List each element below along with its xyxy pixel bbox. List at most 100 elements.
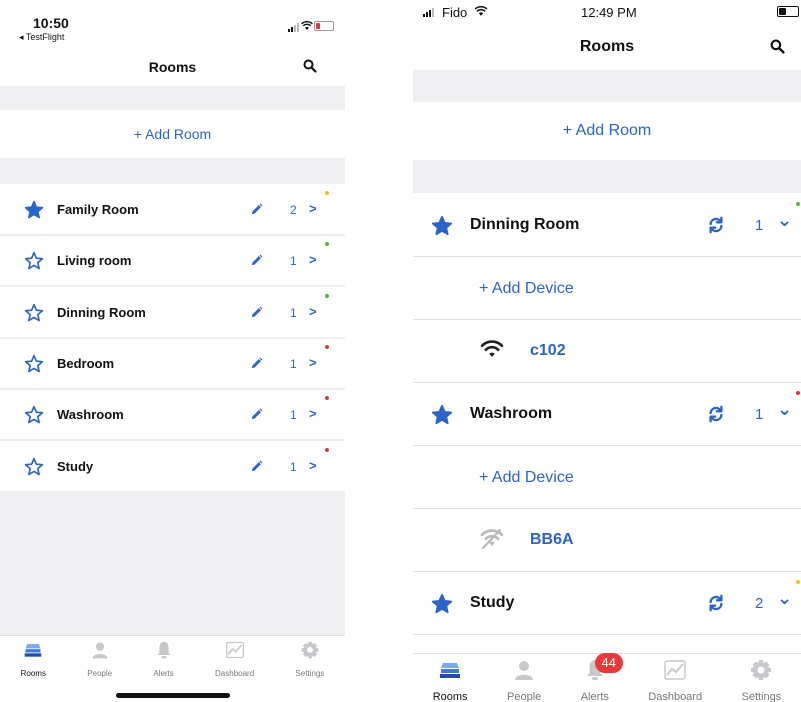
page-title: Rooms — [148, 59, 197, 75]
chevron-right-icon[interactable]: > — [309, 201, 317, 216]
tab-rooms[interactable]: Rooms — [433, 658, 468, 702]
add-device-button[interactable]: + Add Device — [479, 469, 574, 487]
room-name: Washroom — [470, 405, 553, 422]
edit-icon[interactable] — [250, 254, 263, 272]
room-name: Bedroom — [57, 355, 115, 371]
page-title: Rooms — [579, 38, 635, 55]
tab-bar: Rooms People Alerts Dashboard Settings — [0, 640, 345, 680]
device-count: 1 — [755, 406, 764, 423]
chevron-right-icon[interactable]: > — [309, 355, 317, 370]
cellular-signal-icon — [423, 8, 434, 17]
star-filled-icon[interactable] — [431, 404, 453, 431]
people-icon — [90, 640, 110, 665]
gear-icon — [749, 658, 773, 687]
chevron-down-icon[interactable]: ⌄ — [777, 588, 792, 609]
device-count: 1 — [290, 459, 297, 474]
tab-settings[interactable]: Settings — [295, 640, 324, 678]
chevron-right-icon[interactable]: > — [309, 304, 317, 319]
star-outline-icon[interactable] — [24, 303, 44, 328]
tab-label: Alerts — [580, 691, 609, 702]
section-separator — [413, 160, 801, 193]
tab-people[interactable]: People — [87, 640, 112, 678]
tab-people[interactable]: People — [507, 658, 541, 702]
add-room-button[interactable]: + Add Room — [0, 126, 345, 142]
star-outline-icon[interactable] — [24, 405, 44, 430]
device-name[interactable]: BB6A — [530, 531, 574, 549]
tab-label: Rooms — [20, 669, 46, 678]
room-name: Washroom — [57, 407, 124, 423]
search-icon[interactable] — [303, 59, 317, 73]
star-outline-icon[interactable] — [24, 251, 44, 276]
room-row[interactable]: Living room 1 > — [0, 235, 345, 288]
room-name: Study — [470, 594, 515, 611]
room-name: Dinning Room — [57, 304, 146, 320]
room-name: Family Room — [57, 202, 139, 217]
status-dot — [325, 396, 329, 401]
tab-dashboard[interactable]: Dashboard — [215, 640, 254, 678]
status-time: 10:50 — [33, 15, 69, 31]
chevron-right-icon[interactable]: > — [309, 458, 317, 473]
refresh-icon[interactable] — [707, 594, 725, 617]
edit-icon[interactable] — [250, 460, 263, 478]
tab-label: Settings — [295, 669, 325, 678]
add-device-row[interactable]: + Add Device — [413, 257, 801, 320]
add-device-button[interactable]: + Add Device — [479, 280, 574, 298]
wifi-icon — [479, 339, 505, 366]
device-count: 2 — [290, 203, 297, 217]
rooms-icon — [438, 658, 462, 687]
room-row[interactable]: Dinning Room 1 ⌄ — [413, 194, 801, 257]
battery-icon — [777, 6, 799, 17]
edit-icon[interactable] — [250, 203, 263, 221]
device-count: 1 — [290, 305, 297, 320]
tab-label: Rooms — [432, 691, 468, 702]
tab-alerts[interactable]: Alerts 44 — [580, 653, 623, 702]
edit-icon[interactable] — [250, 306, 263, 324]
star-filled-icon[interactable] — [431, 215, 453, 242]
chevron-down-icon[interactable]: ⌄ — [777, 210, 792, 231]
star-filled-icon[interactable] — [24, 200, 44, 225]
device-row[interactable]: c102 — [413, 320, 801, 383]
room-name: Dinning Room — [470, 216, 580, 233]
star-filled-icon[interactable] — [431, 593, 453, 620]
room-row[interactable]: Washroom 1 > — [0, 389, 345, 442]
room-row[interactable]: Study 2 ⌄ — [413, 572, 801, 635]
room-row[interactable]: Study 1 > — [0, 441, 345, 493]
back-to-testflight-link[interactable]: ◂ TestFlight — [19, 32, 64, 43]
left-screen: 10:50 ◂ TestFlight Rooms + Add Room Fami… — [0, 0, 345, 702]
room-row[interactable]: Bedroom 1 > — [0, 338, 345, 390]
status-dot — [796, 202, 800, 206]
cellular-signal-icon — [288, 23, 299, 32]
room-row[interactable]: Family Room 2 > — [0, 184, 345, 236]
battery-icon — [314, 21, 334, 31]
rooms-icon — [23, 640, 43, 665]
search-icon[interactable] — [770, 39, 785, 54]
section-separator — [0, 86, 345, 110]
edit-icon[interactable] — [250, 357, 263, 375]
device-count: 1 — [755, 217, 764, 234]
status-dot — [325, 344, 329, 349]
add-room-button[interactable]: + Add Room — [413, 122, 801, 140]
carrier-name: Fido — [442, 5, 468, 20]
star-outline-icon[interactable] — [24, 354, 44, 379]
chevron-right-icon[interactable]: > — [309, 252, 317, 267]
chevron-down-icon[interactable]: ⌄ — [777, 399, 792, 420]
status-dot — [325, 191, 329, 195]
add-device-row[interactable]: + Add Device — [413, 446, 801, 509]
tab-alerts[interactable]: Alerts — [153, 640, 174, 678]
wifi-status-icon — [301, 21, 313, 30]
tab-settings[interactable]: Settings — [742, 658, 781, 702]
tab-rooms[interactable]: Rooms — [21, 640, 46, 678]
star-outline-icon[interactable] — [24, 457, 44, 482]
room-row[interactable]: Washroom 1 ⌄ — [413, 383, 801, 446]
refresh-icon[interactable] — [707, 216, 725, 239]
device-row[interactable]: BB6A — [413, 509, 801, 572]
edit-icon[interactable] — [250, 408, 263, 426]
device-name[interactable]: c102 — [530, 342, 566, 360]
refresh-icon[interactable] — [707, 405, 725, 428]
nav-bar: Rooms — [0, 52, 345, 82]
status-bar: 10:50 ◂ TestFlight — [0, 0, 345, 48]
tab-dashboard[interactable]: Dashboard — [648, 658, 702, 702]
bell-icon — [154, 640, 174, 665]
chevron-right-icon[interactable]: > — [309, 406, 317, 421]
room-row[interactable]: Dinning Room 1 > — [0, 287, 345, 339]
